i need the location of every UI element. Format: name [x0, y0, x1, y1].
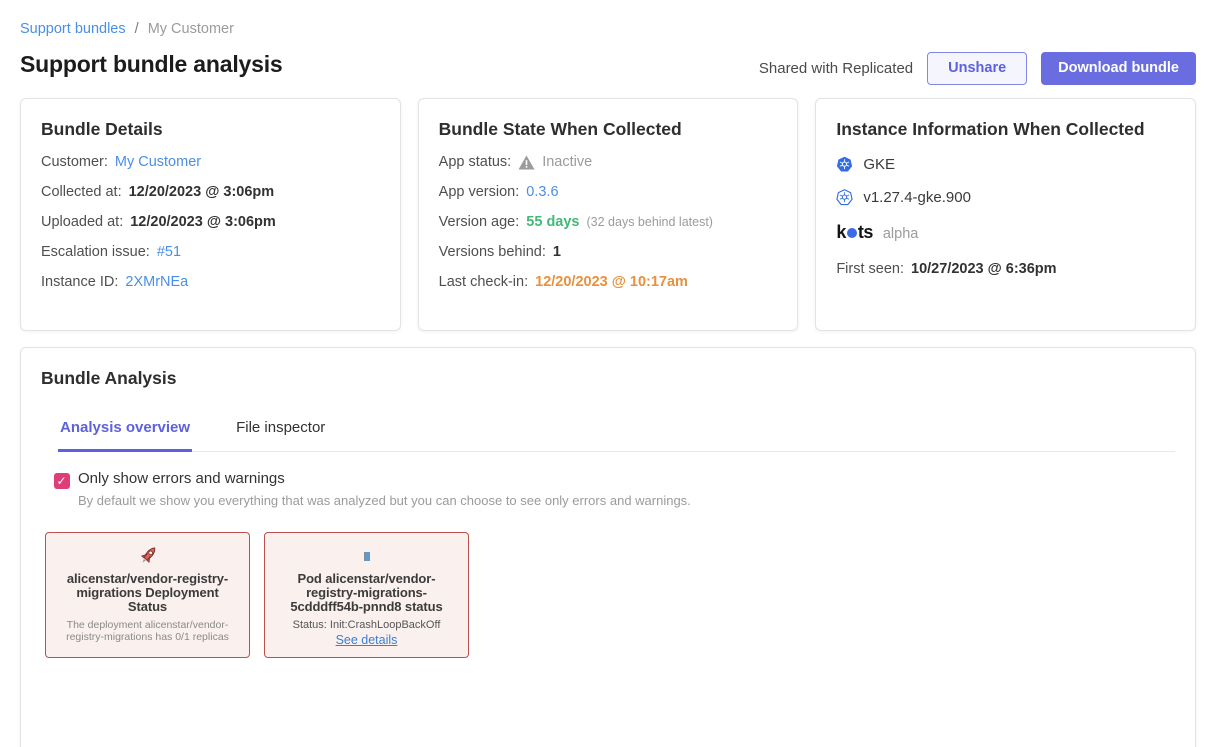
- versions-behind-value: 1: [553, 244, 561, 260]
- app-version-row: App version: 0.3.6: [439, 184, 778, 200]
- app-status-row: App status: Inactive: [439, 154, 778, 170]
- instance-id-label: Instance ID:: [41, 274, 118, 290]
- last-checkin-label: Last check-in:: [439, 274, 528, 290]
- instance-info-title: Instance Information When Collected: [836, 119, 1175, 140]
- issue-message: The deployment alicenstar/vendor-registr…: [55, 619, 240, 643]
- kots-channel: alpha: [883, 226, 918, 242]
- see-details-link[interactable]: See details: [336, 633, 398, 647]
- collected-at-value: 12/20/2023 @ 3:06pm: [129, 184, 275, 200]
- version-age-label: Version age:: [439, 214, 520, 230]
- filter-label: Only show errors and warnings: [78, 470, 691, 487]
- issue-title: alicenstar/vendor-registry-migrations De…: [63, 572, 233, 614]
- customer-link[interactable]: My Customer: [115, 154, 201, 170]
- escalation-issue-label: Escalation issue:: [41, 244, 150, 260]
- app-version-link[interactable]: 0.3.6: [526, 184, 558, 200]
- tab-file-inspector[interactable]: File inspector: [234, 419, 327, 451]
- uploaded-at-label: Uploaded at:: [41, 214, 123, 230]
- kots-logo-ts: ts: [858, 222, 873, 243]
- breadcrumb-separator: /: [135, 21, 139, 37]
- bundle-state-title: Bundle State When Collected: [439, 119, 778, 140]
- k8s-version-row: v1.27.4-gke.900: [836, 189, 1175, 206]
- shared-status-text: Shared with Replicated: [759, 60, 913, 77]
- issues-row: alicenstar/vendor-registry-migrations De…: [45, 532, 1175, 658]
- customer-row: Customer: My Customer: [41, 154, 380, 170]
- analysis-tabs: Analysis overview File inspector: [58, 419, 1175, 452]
- bundle-details-title: Bundle Details: [41, 119, 380, 140]
- header-actions: Shared with Replicated Unshare Download …: [759, 52, 1196, 85]
- last-checkin-value: 12/20/2023 @ 10:17am: [535, 274, 688, 290]
- bundle-analysis-title: Bundle Analysis: [41, 368, 1175, 389]
- warning-icon: [518, 155, 535, 170]
- breadcrumb-current: My Customer: [148, 21, 234, 37]
- bundle-analysis-card: Bundle Analysis Analysis overview File i…: [20, 347, 1196, 747]
- kots-logo-dot-icon: [847, 228, 857, 238]
- instance-id-link[interactable]: 2XMrNEa: [125, 274, 188, 290]
- download-bundle-button[interactable]: Download bundle: [1041, 52, 1196, 85]
- app-status-label: App status:: [439, 154, 512, 170]
- instance-id-row: Instance ID: 2XMrNEa: [41, 274, 380, 290]
- filter-description: By default we show you everything that w…: [78, 493, 691, 508]
- bundle-state-card: Bundle State When Collected App status: …: [418, 98, 799, 331]
- first-seen-value: 10/27/2023 @ 6:36pm: [911, 261, 1057, 277]
- app-version-label: App version:: [439, 184, 520, 200]
- escalation-issue-row: Escalation issue: #51: [41, 244, 380, 260]
- issue-card-deployment-status[interactable]: alicenstar/vendor-registry-migrations De…: [45, 532, 250, 658]
- breadcrumb-support-bundles-link[interactable]: Support bundles: [20, 21, 126, 37]
- tab-analysis-overview[interactable]: Analysis overview: [58, 419, 192, 452]
- first-seen-label: First seen:: [836, 261, 904, 277]
- kots-logo: k ts: [836, 222, 873, 243]
- issue-status: Status: Init:CrashLoopBackOff: [293, 619, 441, 631]
- issue-card-pod-status[interactable]: Pod alicenstar/vendor-registry-migration…: [264, 532, 469, 658]
- breadcrumb: Support bundles / My Customer: [20, 21, 234, 37]
- only-errors-checkbox[interactable]: [54, 473, 70, 489]
- summary-cards-row: Bundle Details Customer: My Customer Col…: [20, 98, 1196, 331]
- customer-label: Customer:: [41, 154, 108, 170]
- distribution-row: GKE: [836, 156, 1175, 173]
- versions-behind-row: Versions behind: 1: [439, 244, 778, 260]
- kubernetes-version-icon: [836, 189, 853, 206]
- uploaded-at-row: Uploaded at: 12/20/2023 @ 3:06pm: [41, 214, 380, 230]
- rocket-icon: [136, 544, 160, 568]
- page-title: Support bundle analysis: [20, 51, 283, 78]
- last-checkin-row: Last check-in: 12/20/2023 @ 10:17am: [439, 274, 778, 290]
- collected-at-label: Collected at:: [41, 184, 122, 200]
- version-age-note: (32 days behind latest): [587, 215, 713, 229]
- filter-row: Only show errors and warnings By default…: [54, 470, 1175, 508]
- distribution-value: GKE: [863, 156, 895, 173]
- version-age-value: 55 days: [526, 214, 579, 230]
- unshare-button[interactable]: Unshare: [927, 52, 1027, 85]
- uploaded-at-value: 12/20/2023 @ 3:06pm: [130, 214, 276, 230]
- broken-image-icon: [364, 544, 370, 568]
- first-seen-row: First seen: 10/27/2023 @ 6:36pm: [836, 261, 1175, 277]
- kots-logo-k: k: [836, 222, 846, 243]
- kots-row: k ts alpha: [836, 222, 1175, 243]
- bundle-details-card: Bundle Details Customer: My Customer Col…: [20, 98, 401, 331]
- escalation-issue-link[interactable]: #51: [157, 244, 181, 260]
- app-status-value: Inactive: [542, 154, 592, 170]
- versions-behind-label: Versions behind:: [439, 244, 546, 260]
- collected-at-row: Collected at: 12/20/2023 @ 3:06pm: [41, 184, 380, 200]
- version-age-row: Version age: 55 days (32 days behind lat…: [439, 214, 778, 230]
- instance-info-card: Instance Information When Collected GKE: [815, 98, 1196, 331]
- k8s-version-value: v1.27.4-gke.900: [863, 189, 971, 206]
- kubernetes-distribution-icon: [836, 156, 853, 173]
- support-bundle-analysis-page: Support bundles / My Customer Support bu…: [0, 0, 1212, 747]
- issue-title: Pod alicenstar/vendor-registry-migration…: [282, 572, 452, 614]
